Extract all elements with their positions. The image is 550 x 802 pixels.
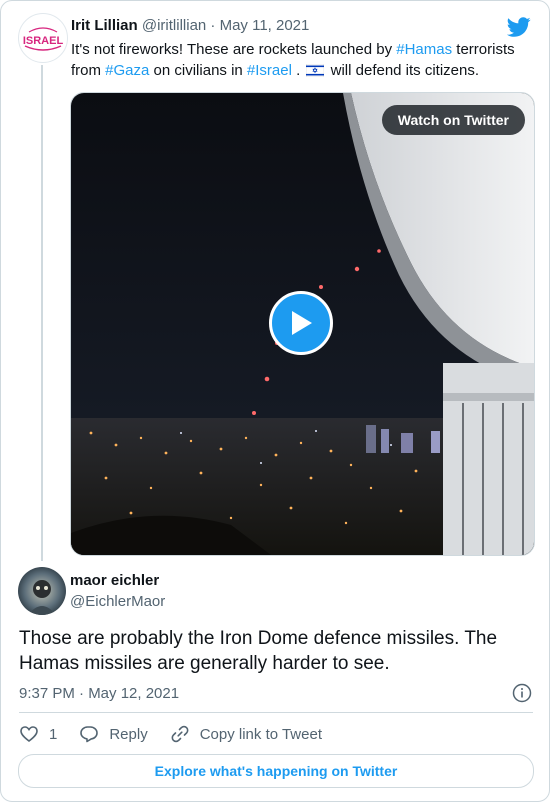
- tweet-text-segment: .: [291, 62, 305, 79]
- avatar-logo-text: ISRAEL: [23, 35, 64, 47]
- israel-flag-icon: [306, 64, 325, 77]
- parent-author-avatar[interactable]: ISRAEL: [18, 13, 68, 63]
- info-icon[interactable]: [512, 683, 532, 703]
- copy-link-label: Copy link to Tweet: [199, 725, 322, 743]
- thread-connector-line: [41, 65, 43, 561]
- tweet-actions-bar: 1 Reply Copy link to Tweet: [19, 723, 344, 745]
- explore-twitter-button[interactable]: Explore what's happening on Twitter: [18, 754, 534, 788]
- link-icon: [171, 725, 189, 743]
- play-button[interactable]: [269, 291, 333, 355]
- tweet-text-segment: It's not fireworks! These are rockets la…: [71, 41, 397, 58]
- heart-icon: [20, 726, 38, 743]
- tweet-embed-card: ISRAEL Irit Lillian @iritlillian · May 1…: [0, 0, 550, 802]
- play-icon: [292, 311, 312, 335]
- tweet-video-player[interactable]: Watch on Twitter: [70, 92, 535, 556]
- reply-author-handle[interactable]: @EichlerMaor: [70, 593, 165, 610]
- parent-tweet-text: It's not fireworks! These are rockets la…: [71, 39, 531, 81]
- like-action[interactable]: 1: [19, 724, 57, 744]
- reply-action[interactable]: Reply: [79, 724, 148, 744]
- parent-handle-date[interactable]: @iritlillian · May 11, 2021: [142, 17, 310, 34]
- copy-link-action[interactable]: Copy link to Tweet: [170, 724, 322, 744]
- reply-icon: [80, 726, 99, 743]
- hashtag-israel-link[interactable]: #Israel: [247, 62, 292, 79]
- like-count: 1: [49, 725, 58, 743]
- reply-author-avatar[interactable]: [18, 567, 66, 615]
- parent-author-name[interactable]: Irit Lillian: [71, 17, 138, 34]
- reply-tweet-text: Those are probably the Iron Dome defence…: [19, 628, 498, 674]
- reply-timestamp[interactable]: 9:37 PM · May 12, 2021: [19, 685, 179, 702]
- tweet-text-segment: on civilians in: [149, 62, 247, 79]
- twitter-bird-icon[interactable]: [507, 15, 531, 39]
- reply-author-name[interactable]: maor eichler: [70, 572, 159, 589]
- hashtag-hamas-link[interactable]: #Hamas: [396, 41, 452, 58]
- reply-label: Reply: [109, 725, 148, 743]
- parent-tweet-header: Irit Lillian @iritlillian · May 11, 2021: [71, 17, 309, 35]
- hashtag-gaza-link[interactable]: #Gaza: [105, 62, 149, 79]
- actions-divider: [19, 712, 533, 713]
- watch-on-twitter-button[interactable]: Watch on Twitter: [381, 105, 525, 135]
- tweet-text-segment: will defend its citizens.: [326, 62, 480, 79]
